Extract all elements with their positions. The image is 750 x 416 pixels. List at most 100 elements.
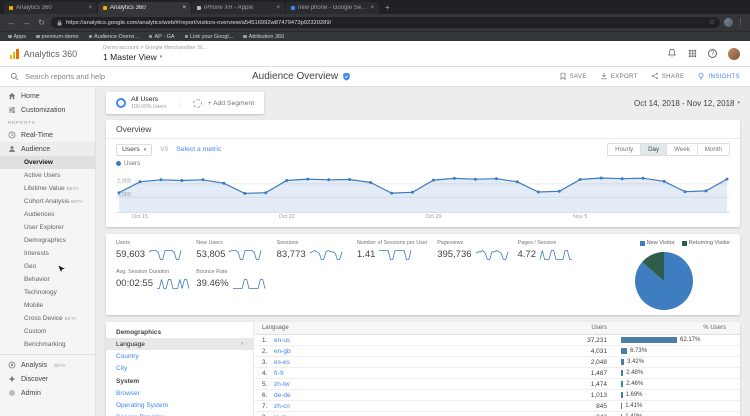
- table-row: 1. en-us 37,231 62.17%: [254, 335, 740, 346]
- user-avatar[interactable]: [728, 47, 740, 60]
- column-header-users[interactable]: % Users: [607, 325, 732, 331]
- sidebar-item-analysis[interactable]: Analysis BETA: [0, 358, 95, 372]
- browser-menu-icon[interactable]: ⋮: [737, 19, 744, 26]
- sidebar-item-geo[interactable]: Geo: [0, 260, 95, 273]
- column-header-language[interactable]: Language: [262, 325, 537, 331]
- account-selector[interactable]: Demo account > Google Merchandise St... …: [103, 45, 207, 62]
- sidebar-item-user-explorer[interactable]: User Explorer: [0, 221, 95, 234]
- browser-profile-avatar[interactable]: [724, 18, 733, 27]
- breakdown-item-label: Country: [116, 352, 139, 360]
- sidebar-item-label: Cross Device: [24, 315, 63, 322]
- bookmark-item[interactable]: Apps: [8, 34, 26, 40]
- browser-tab[interactable]: Analytics 360 ×: [4, 2, 97, 14]
- metric-card-sessions[interactable]: Sessions 83,773: [277, 240, 357, 261]
- forward-button[interactable]: →: [21, 18, 32, 27]
- sidebar-item-audiences[interactable]: Audiences: [0, 208, 95, 221]
- back-button[interactable]: ←: [6, 18, 17, 27]
- sidebar-item-lifetime-value[interactable]: Lifetime Value BETA: [0, 182, 95, 195]
- date-range-picker[interactable]: Oct 14, 2018 - Nov 12, 2018 ▾: [634, 99, 740, 108]
- new-tab-button[interactable]: +: [385, 4, 390, 12]
- granularity-toggle: Hourly Day Week Month: [607, 143, 730, 156]
- bookmark-item[interactable]: Audience Overvi...: [88, 34, 139, 40]
- sidebar-item-interests[interactable]: Interests: [0, 247, 95, 260]
- sidebar-item-customization[interactable]: Customization: [0, 103, 95, 117]
- metric-value-row: 1.41: [357, 248, 432, 261]
- tab-close-icon[interactable]: ×: [88, 5, 92, 11]
- bookmark-item[interactable]: premium-demo: [36, 34, 79, 40]
- dimension-link[interactable]: en-us: [274, 337, 537, 344]
- browser-tab[interactable]: Analytics 360 ×: [98, 2, 191, 14]
- breakdown-item-country[interactable]: Country: [106, 350, 253, 362]
- share-button[interactable]: SHARE: [651, 72, 685, 82]
- breakdown-item-language[interactable]: Language ›: [106, 338, 253, 350]
- sidebar-item-technology[interactable]: Technology: [0, 286, 95, 299]
- sidebar-item-cross-device[interactable]: Cross Device BETA: [0, 312, 95, 325]
- column-header-users[interactable]: Users: [537, 325, 607, 331]
- pct-value: 1.69%: [625, 392, 643, 398]
- select-metric-link[interactable]: Select a metric: [176, 146, 221, 153]
- sidebar-item-benchmarking[interactable]: Benchmarking: [0, 338, 95, 351]
- granularity-month[interactable]: Month: [696, 144, 729, 155]
- browser-toolbar: ← → ↻ https://analytics.google.com/analy…: [0, 14, 750, 31]
- granularity-week[interactable]: Week: [666, 144, 697, 155]
- granularity-day[interactable]: Day: [640, 144, 667, 155]
- pct-bar: [621, 369, 624, 377]
- sidebar-item-cohort-analysis[interactable]: Cohort Analysis BETA: [0, 195, 95, 208]
- sidebar-item-behavior[interactable]: Behavior: [0, 273, 95, 286]
- apps-grid-icon[interactable]: [688, 45, 697, 63]
- browser-tab[interactable]: new phone - Google Search ×: [286, 2, 379, 14]
- breakdown-item-service-provider[interactable]: Service Provider: [106, 411, 253, 416]
- sidebar-item-demographics[interactable]: Demographics: [0, 234, 95, 247]
- bookmark-item[interactable]: Attribution 360: [243, 34, 284, 40]
- metric-card-avg-session-duration[interactable]: Avg. Session Duration 00:02:55: [116, 269, 196, 290]
- breakdown-item-operating-system[interactable]: Operating System: [106, 399, 253, 411]
- segment-all-users[interactable]: All Users 100.00% Users: [116, 96, 180, 110]
- bookmark-star-icon[interactable]: ☆: [709, 19, 715, 26]
- metric-card-new-users[interactable]: New Users 53,805: [196, 240, 276, 261]
- dimension-link[interactable]: de-de: [274, 392, 537, 399]
- tab-close-icon[interactable]: ×: [182, 5, 186, 11]
- metric-card-bounce-rate[interactable]: Bounce Rate 39.46%: [196, 269, 276, 290]
- granularity-hourly[interactable]: Hourly: [608, 144, 641, 155]
- save-button[interactable]: SAVE: [559, 72, 587, 82]
- sidebar-item-mobile[interactable]: Mobile: [0, 299, 95, 312]
- dimension-link[interactable]: zh-tw: [274, 381, 537, 388]
- sidebar-item-overview[interactable]: Overview: [0, 156, 95, 169]
- sidebar-item-real-time[interactable]: Real-Time: [0, 128, 95, 142]
- reload-button[interactable]: ↻: [36, 18, 47, 27]
- dimension-link[interactable]: fr-fr: [274, 370, 537, 377]
- sidebar-item-custom[interactable]: Custom: [0, 325, 95, 338]
- sidebar-item-audience[interactable]: Audience: [0, 142, 95, 156]
- legend-swatch: [639, 240, 645, 246]
- browser-tab[interactable]: iPhone XR - Apple ×: [192, 2, 285, 14]
- metric-dropdown[interactable]: Users ▾: [116, 143, 153, 156]
- sidebar-item-discover[interactable]: Discover: [0, 372, 95, 386]
- dimension-link[interactable]: zh-cn: [274, 403, 537, 410]
- insights-button[interactable]: INSIGHTS: [697, 72, 740, 82]
- notifications-bell-icon[interactable]: [667, 45, 677, 63]
- sidebar-item-admin[interactable]: Admin: [0, 386, 95, 400]
- bookmark-item[interactable]: Link your Googl...: [184, 34, 233, 40]
- dimension-link[interactable]: en-gb: [274, 348, 537, 355]
- breakdown-item-city[interactable]: City: [106, 362, 253, 374]
- tab-close-icon[interactable]: ×: [370, 5, 374, 11]
- search-input[interactable]: Search reports and help: [0, 67, 238, 86]
- bookmark-item[interactable]: AP - GA: [148, 34, 175, 40]
- help-icon[interactable]: ?: [708, 49, 717, 58]
- breakdown-item-browser[interactable]: Browser: [106, 387, 253, 399]
- add-segment-button[interactable]: + Add Segment: [180, 98, 254, 108]
- visitor-pie-chart[interactable]: [632, 249, 696, 313]
- metric-card-pageviews[interactable]: Pageviews 395,736: [437, 240, 517, 261]
- metric-card-number-of-sessions-per-user[interactable]: Number of Sessions per User 1.41: [357, 240, 437, 261]
- url-bar[interactable]: https://analytics.google.com/analytics/w…: [51, 17, 720, 28]
- tab-close-icon[interactable]: ×: [276, 5, 280, 11]
- sidebar-item-home[interactable]: Home: [0, 89, 95, 103]
- dimension-link[interactable]: es-es: [274, 359, 537, 366]
- export-button[interactable]: EXPORT: [600, 72, 638, 82]
- metric-card-pages-session[interactable]: Pages / Session 4.72: [517, 240, 597, 261]
- breakdown-item-label: Language: [116, 340, 145, 348]
- metric-card-users[interactable]: Users 59,603: [116, 240, 196, 261]
- sidebar-item-active-users[interactable]: Active Users: [0, 169, 95, 182]
- pct-value: 1.41%: [625, 403, 643, 409]
- users-line-chart[interactable]: 1,0002,000: [116, 169, 730, 213]
